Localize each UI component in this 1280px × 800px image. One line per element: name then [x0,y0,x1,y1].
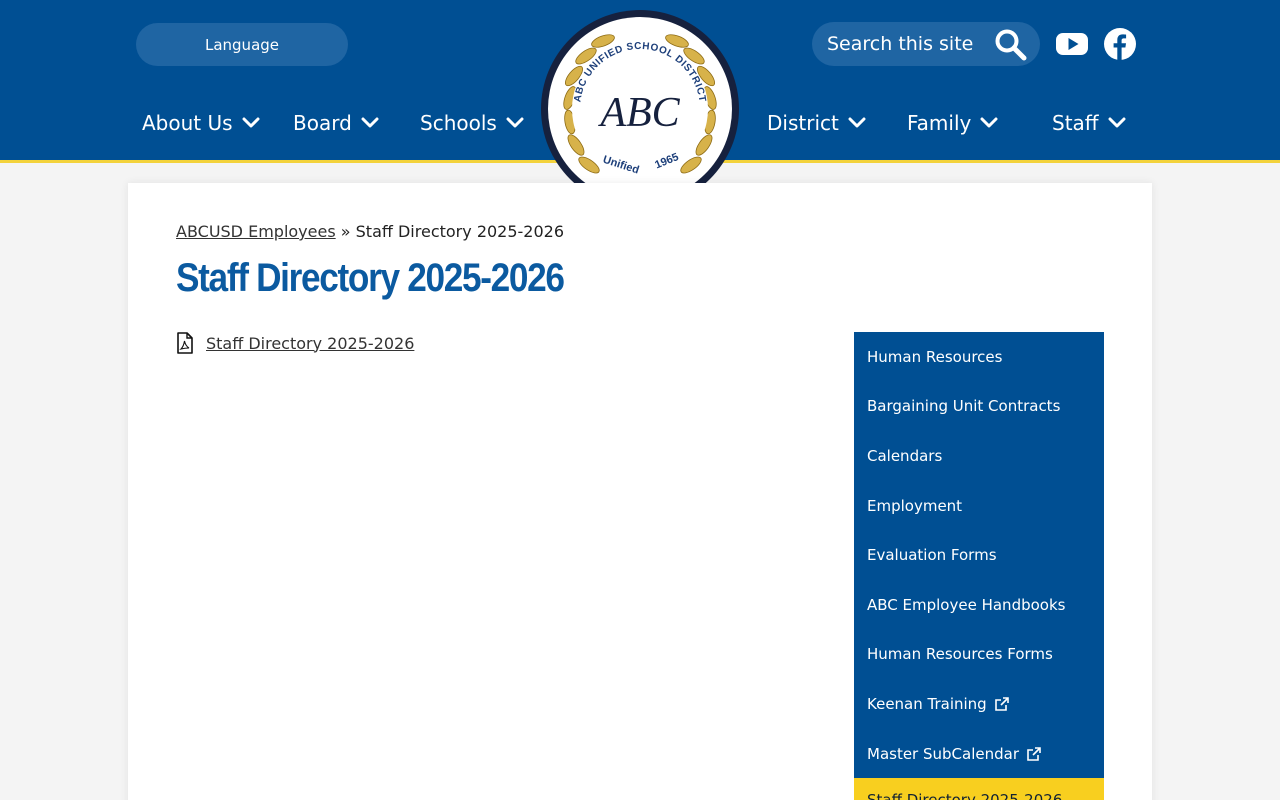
staff-directory-pdf-link[interactable]: Staff Directory 2025-2026 [206,334,414,353]
chevron-down-icon [980,117,998,128]
nav-about-us[interactable]: About Us [142,108,260,138]
language-button[interactable]: Language [136,23,348,66]
sidebar-item-calendars[interactable]: Calendars [854,431,1104,480]
pdf-file-icon [177,332,193,354]
chevron-down-icon [1108,117,1126,128]
sidebar-item-master-subcalendar[interactable]: Master SubCalendar [854,729,1104,778]
facebook-icon[interactable] [1103,27,1137,61]
external-link-icon [994,696,1009,711]
sidebar-item-label: Staff Directory 2025-2026 [867,791,1063,800]
breadcrumb-parent-link[interactable]: ABCUSD Employees [176,222,336,241]
page-title: Staff Directory 2025-2026 [176,256,565,300]
breadcrumb: ABCUSD Employees » Staff Directory 2025-… [176,222,564,241]
chevron-down-icon [361,117,379,128]
sidebar-item-label: Master SubCalendar [867,744,1019,763]
nav-label: District [767,111,839,135]
sidebar-item-label: Employment [867,496,963,515]
district-logo[interactable]: ABC UNIFIED SCHOOL DISTRICT ABC Unified … [540,8,740,210]
nav-label: About Us [142,111,233,135]
section-sidebar: Human Resources Bargaining Unit Contract… [854,332,1104,800]
document-link-row: Staff Directory 2025-2026 [176,332,414,354]
nav-board[interactable]: Board [293,108,379,138]
sidebar-item-label: Evaluation Forms [867,545,997,564]
youtube-icon[interactable] [1055,27,1089,61]
sidebar-item-keenan-training[interactable]: Keenan Training [854,679,1104,728]
chevron-down-icon [506,117,524,128]
sidebar-item-label: Bargaining Unit Contracts [867,396,1061,415]
sidebar-item-human-resources[interactable]: Human Resources [854,332,1104,381]
breadcrumb-separator: » [335,222,356,241]
sidebar-item-bargaining-unit-contracts[interactable]: Bargaining Unit Contracts [854,381,1104,430]
sidebar-item-label: Human Resources [867,347,1003,366]
nav-label: Staff [1052,111,1099,135]
nav-label: Schools [420,111,497,135]
search-icon[interactable] [994,28,1028,62]
sidebar-item-label: Human Resources Forms [867,644,1053,663]
logo-initials: ABC [597,90,680,136]
sidebar-item-label: Calendars [867,446,943,465]
nav-district[interactable]: District [767,108,866,138]
nav-label: Board [293,111,352,135]
nav-label: Family [907,111,972,135]
search-input[interactable] [827,33,997,55]
sidebar-item-human-resources-forms[interactable]: Human Resources Forms [854,629,1104,678]
nav-schools[interactable]: Schools [420,108,524,138]
external-link-icon [1027,746,1041,761]
nav-family[interactable]: Family [907,108,998,138]
sidebar-item-label: ABC Employee Handbooks [867,595,1066,614]
site-search [812,22,1040,66]
sidebar-item-label: Keenan Training [867,694,987,713]
sidebar-item-evaluation-forms[interactable]: Evaluation Forms [854,530,1104,579]
breadcrumb-current: Staff Directory 2025-2026 [355,222,565,241]
sidebar-item-employment[interactable]: Employment [854,481,1104,530]
chevron-down-icon [242,117,260,128]
sidebar-item-staff-directory[interactable]: Staff Directory 2025-2026 [854,778,1104,800]
nav-staff[interactable]: Staff [1052,108,1126,138]
sidebar-item-employee-handbooks[interactable]: ABC Employee Handbooks [854,580,1104,629]
chevron-down-icon [848,117,866,128]
